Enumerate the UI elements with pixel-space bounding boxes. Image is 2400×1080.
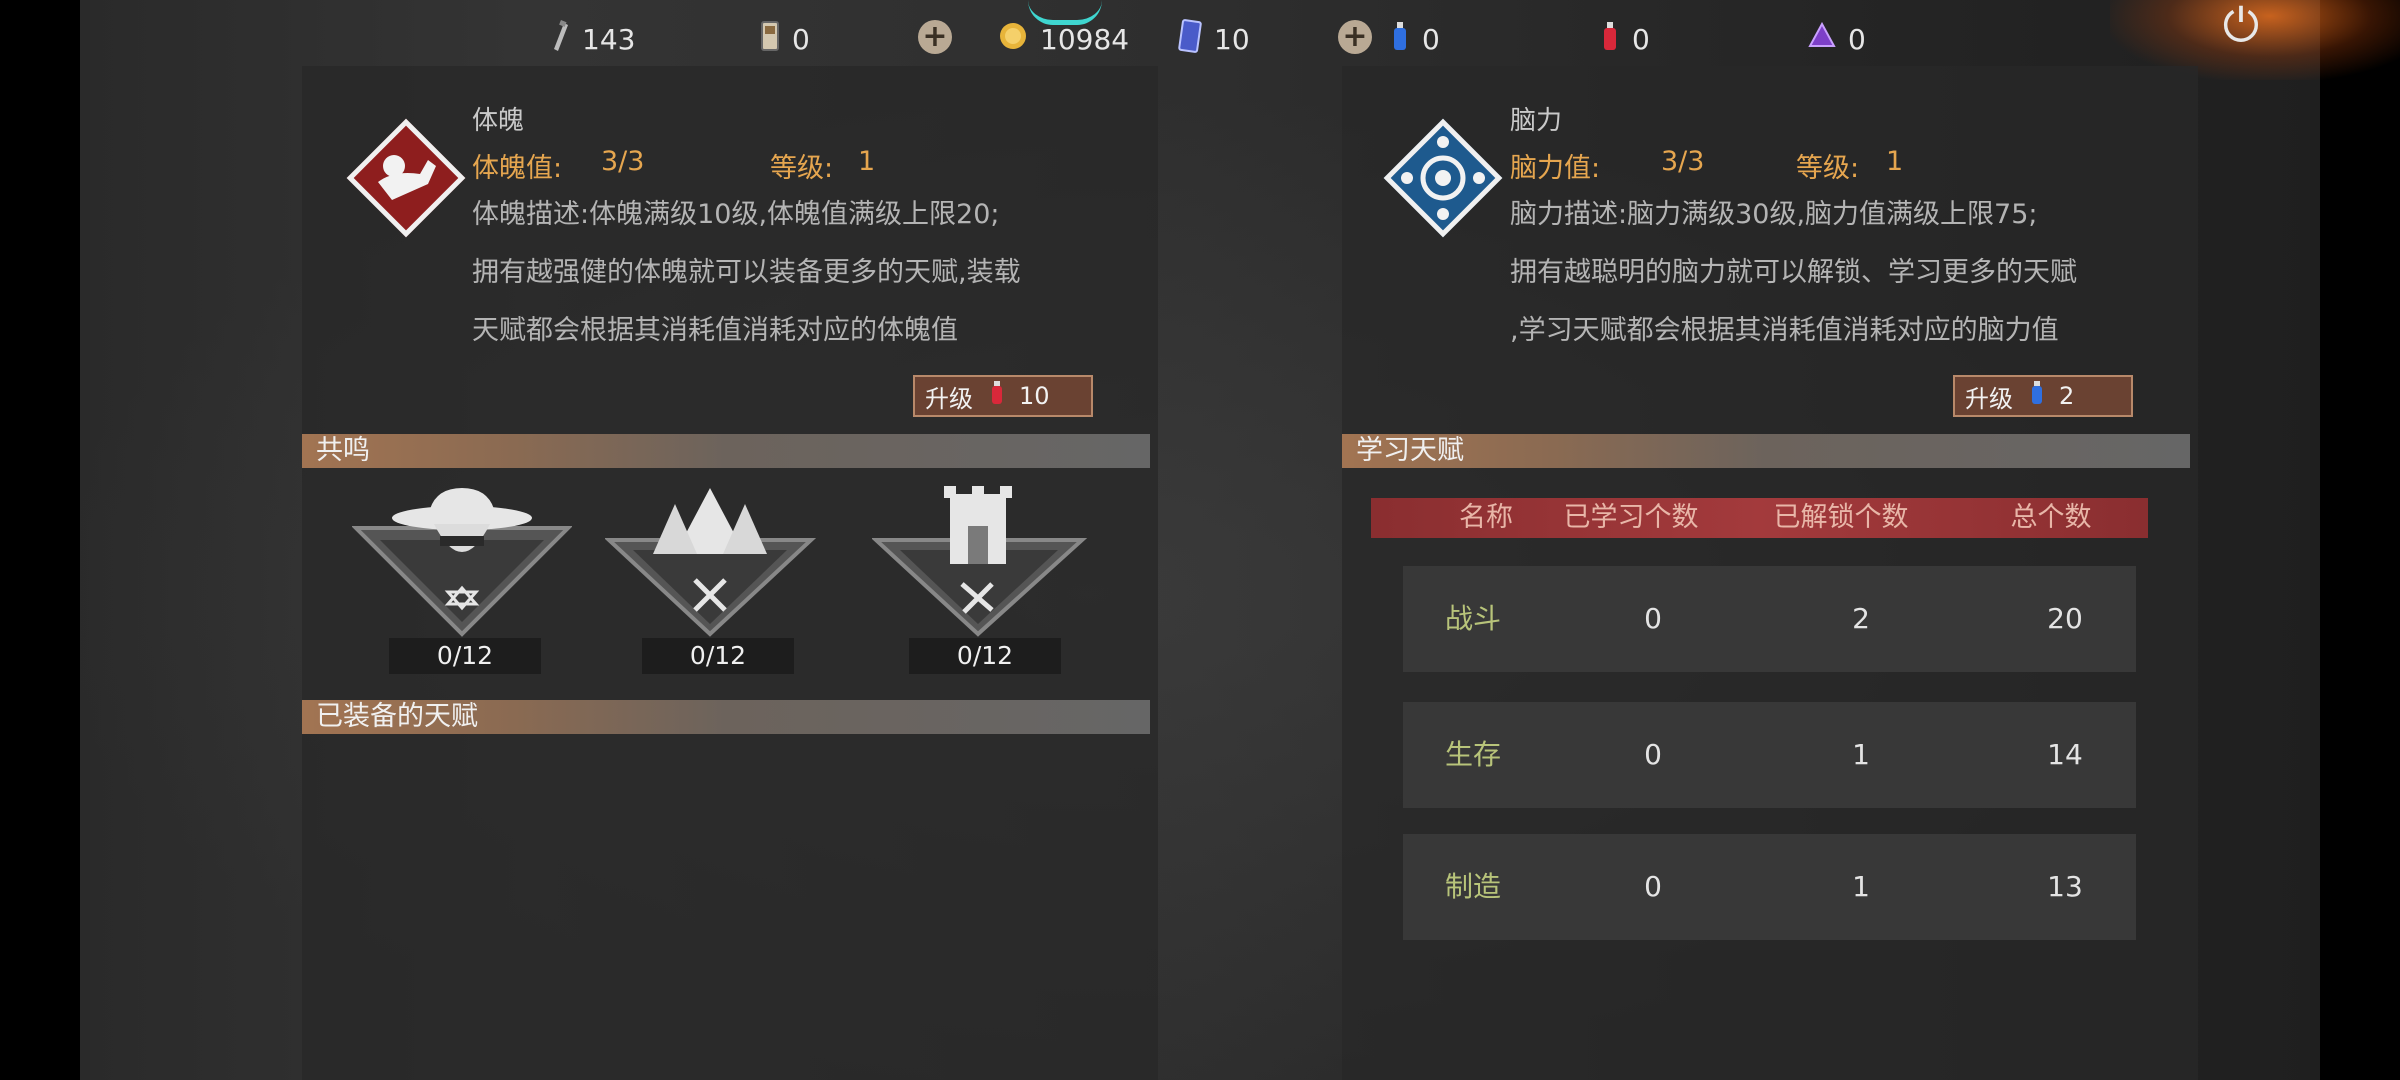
section-title: 学习天赋 <box>1356 435 1464 466</box>
brain-upgrade-button[interactable]: 升级 2 <box>1953 375 2133 417</box>
physique-level: 1 <box>858 146 876 177</box>
resource-value: 10 <box>1214 22 1250 56</box>
resource-value: 143 <box>582 22 636 56</box>
resource-red-potion: 0 <box>1600 14 1650 64</box>
row-total: 14 <box>2047 738 2083 771</box>
resonance-badge-cowboy[interactable]: 0/12 <box>351 484 573 674</box>
resource-blue-cards: 10 <box>1178 14 1250 64</box>
red-potion-icon <box>1600 20 1620 59</box>
physique-level-label: 等级: <box>770 153 834 184</box>
blue-potion-icon <box>1390 20 1410 59</box>
resource-value: 0 <box>1422 22 1440 56</box>
card-icon <box>760 20 780 59</box>
talent-table-header: 名称 已学习个数 已解锁个数 总个数 <box>1371 498 2148 538</box>
row-name: 战斗 <box>1444 602 1501 635</box>
brain-level-label: 等级: <box>1796 153 1860 184</box>
badge-count: 0/12 <box>642 638 794 674</box>
red-potion-icon <box>989 380 1005 412</box>
add-currency-button[interactable]: + <box>918 20 952 54</box>
row-unlocked: 1 <box>1852 738 1870 771</box>
brain-title: 脑力 <box>1510 106 1563 136</box>
column-total: 总个数 <box>2010 502 2092 533</box>
description-line: 天赋都会根据其消耗值消耗对应的体魄值 <box>472 315 958 346</box>
upgrade-label: 升级 <box>1965 384 2013 413</box>
row-unlocked: 1 <box>1852 870 1870 903</box>
learn-talents-header: 学习天赋 <box>1342 434 2190 468</box>
resonance-header: 共鸣 <box>302 434 1150 468</box>
talent-row-crafting[interactable]: 制造 0 1 13 <box>1403 834 2136 940</box>
physique-value-label: 体魄值: <box>472 153 563 184</box>
resonance-badge-tower[interactable]: 0/12 <box>870 484 1092 674</box>
resource-value: 0 <box>792 22 810 56</box>
physique-upgrade-button[interactable]: 升级 10 <box>913 375 1093 417</box>
talent-row-survival[interactable]: 生存 0 1 14 <box>1403 702 2136 808</box>
row-name: 生存 <box>1444 738 1501 771</box>
talent-row-combat[interactable]: 战斗 0 2 20 <box>1403 566 2136 672</box>
blue-card-icon <box>1178 18 1202 60</box>
equipped-talents-header: 已装备的天赋 <box>302 700 1150 734</box>
upgrade-label: 升级 <box>925 384 973 413</box>
badge-count: 0/12 <box>909 638 1061 674</box>
brain-value-label: 脑力值: <box>1510 153 1601 184</box>
resource-blue-potion: 0 <box>1390 14 1440 64</box>
physique-icon <box>346 118 466 238</box>
coin-icon <box>998 21 1028 58</box>
brain-level: 1 <box>1886 146 1904 177</box>
brain-description: 脑力描述:脑力满级30级,脑力值满级上限75; 拥有越聪明的脑力就可以解锁、学习… <box>1510 186 2150 360</box>
upgrade-cost: 2 <box>2059 382 2075 410</box>
purple-crystal-icon <box>1808 21 1836 57</box>
description-line: 脑力描述:脑力满级30级,脑力值满级上限75; <box>1510 199 2038 230</box>
power-icon[interactable]: ⏻ <box>2213 0 2269 56</box>
resource-cards: 0 <box>760 14 810 64</box>
column-learned: 已学习个数 <box>1563 502 1699 533</box>
resource-coins: 10984 <box>998 14 1129 64</box>
description-line: 拥有越强健的体魄就可以装备更多的天赋,装载 <box>472 257 1021 288</box>
brain-value: 3/3 <box>1661 146 1705 177</box>
blue-potion-icon <box>2029 380 2045 412</box>
row-total: 20 <box>2047 602 2083 635</box>
physique-description: 体魄描述:体魄满级10级,体魄值满级上限20; 拥有越强健的体魄就可以装备更多的… <box>472 186 1112 360</box>
row-name: 制造 <box>1444 870 1501 903</box>
upgrade-cost: 10 <box>1019 382 1050 410</box>
physique-title: 体魄 <box>472 106 525 136</box>
resonance-badge-forest[interactable]: 0/12 <box>603 484 825 674</box>
row-unlocked: 2 <box>1852 602 1870 635</box>
description-line: 拥有越聪明的脑力就可以解锁、学习更多的天赋 <box>1510 257 2077 288</box>
column-unlocked: 已解锁个数 <box>1773 502 1909 533</box>
resource-bullets: 143 <box>548 14 635 64</box>
resource-value: 0 <box>1848 22 1866 56</box>
physique-value: 3/3 <box>601 146 645 177</box>
add-card-button[interactable]: + <box>1338 20 1372 54</box>
bullet-icon <box>548 19 570 60</box>
description-line: ,学习天赋都会根据其消耗值消耗对应的脑力值 <box>1510 315 2059 346</box>
resource-purple-crystal: 0 <box>1808 14 1866 64</box>
description-line: 体魄描述:体魄满级10级,体魄值满级上限20; <box>472 199 1000 230</box>
badge-count: 0/12 <box>389 638 541 674</box>
row-learned: 0 <box>1644 870 1662 903</box>
column-name: 名称 <box>1459 502 1513 533</box>
resource-value: 0 <box>1632 22 1650 56</box>
brain-icon <box>1383 118 1503 238</box>
section-title: 已装备的天赋 <box>316 701 478 732</box>
row-total: 13 <box>2047 870 2083 903</box>
section-title: 共鸣 <box>316 435 370 466</box>
row-learned: 0 <box>1644 738 1662 771</box>
resource-value: 10984 <box>1040 22 1130 56</box>
row-learned: 0 <box>1644 602 1662 635</box>
